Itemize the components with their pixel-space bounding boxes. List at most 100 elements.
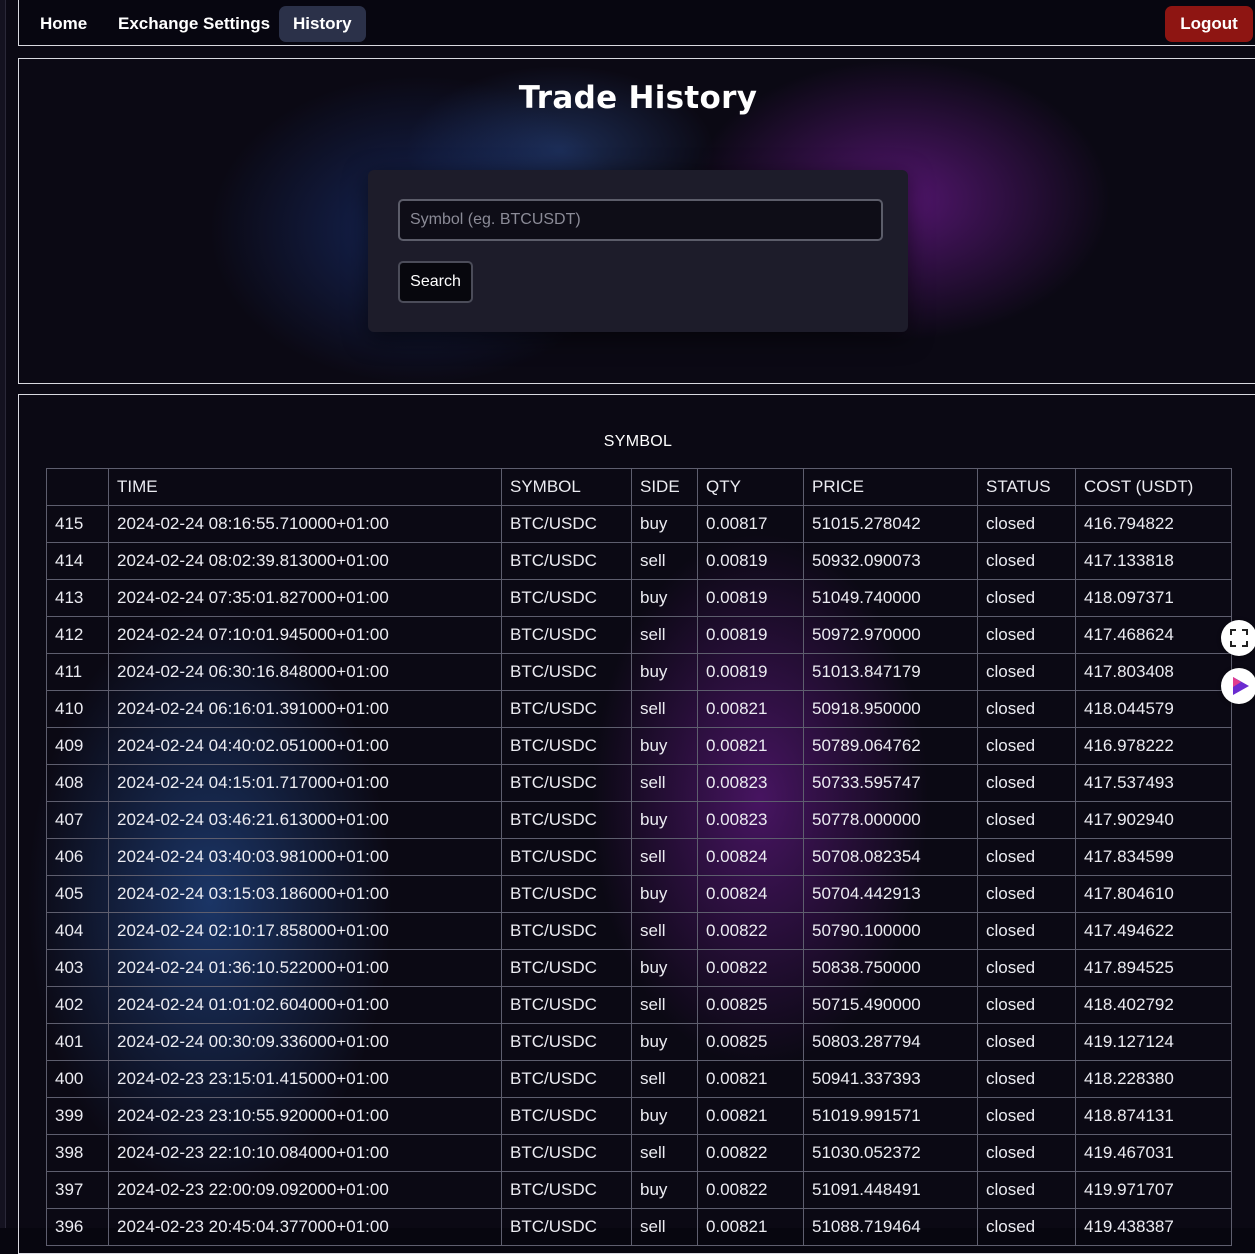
price-cell: 50918.950000 [803,690,978,728]
price-cell: 50733.595747 [803,764,978,802]
symbol-cell: BTC/USDC [501,579,632,617]
nav-history[interactable]: History [279,6,366,42]
status-cell: closed [977,949,1076,987]
cost-cell: 418.402792 [1075,986,1232,1024]
cost-cell: 416.794822 [1075,505,1232,543]
row-id: 400 [46,1060,109,1098]
side-cell: sell [631,838,698,876]
status-cell: closed [977,764,1076,802]
symbol-cell: BTC/USDC [501,1060,632,1098]
qty-cell: 0.00819 [697,579,804,617]
extension-button[interactable] [1221,668,1255,704]
column-header: TIME [108,468,502,506]
side-cell: buy [631,949,698,987]
table-row: 400 2024-02-23 23:15:01.415000+01:00 BTC/U… [46,1060,1232,1098]
row-id: 408 [46,764,109,802]
row-id: 405 [46,875,109,913]
row-id: 396 [46,1208,109,1246]
qty-cell: 0.00822 [697,1134,804,1172]
status-cell: closed [977,1060,1076,1098]
nav-exchange-settings[interactable]: Exchange Settings [104,6,284,42]
price-cell: 50838.750000 [803,949,978,987]
time-cell: 2024-02-23 20:45:04.377000+01:00 [108,1208,502,1246]
fullscreen-icon [1230,629,1248,647]
qty-cell: 0.00825 [697,1023,804,1061]
column-header: QTY [697,468,804,506]
symbol-search-input[interactable] [398,199,883,241]
search-button[interactable]: Search [398,261,473,303]
cost-cell: 417.834599 [1075,838,1232,876]
side-cell: buy [631,801,698,839]
table-caption: SYMBOL [603,433,673,450]
nav-home[interactable]: Home [26,6,101,42]
table-row: 414 2024-02-24 08:02:39.813000+01:00 BTC/U… [46,542,1232,580]
row-id: 399 [46,1097,109,1135]
table-row: 403 2024-02-24 01:36:10.522000+01:00 BTC/U… [46,949,1232,987]
cost-cell: 419.127124 [1075,1023,1232,1061]
table-row: 399 2024-02-23 23:10:55.920000+01:00 BTC/U… [46,1097,1232,1135]
price-cell: 50715.490000 [803,986,978,1024]
side-cell: sell [631,912,698,950]
row-id: 411 [46,653,109,691]
side-cell: buy [631,727,698,765]
time-cell: 2024-02-24 00:30:09.336000+01:00 [108,1023,502,1061]
symbol-cell: BTC/USDC [501,1208,632,1246]
cost-cell: 417.494622 [1075,912,1232,950]
status-cell: closed [977,1134,1076,1172]
symbol-cell: BTC/USDC [501,690,632,728]
status-cell: closed [977,727,1076,765]
symbol-cell: BTC/USDC [501,764,632,802]
row-id: 404 [46,912,109,950]
side-cell: buy [631,505,698,543]
cost-cell: 419.438387 [1075,1208,1232,1246]
side-cell: sell [631,1134,698,1172]
symbol-cell: BTC/USDC [501,949,632,987]
qty-cell: 0.00819 [697,653,804,691]
qty-cell: 0.00821 [697,727,804,765]
table-row: 404 2024-02-24 02:10:17.858000+01:00 BTC/U… [46,912,1232,950]
time-cell: 2024-02-24 03:15:03.186000+01:00 [108,875,502,913]
fullscreen-button[interactable] [1221,620,1255,656]
table-row: 407 2024-02-24 03:46:21.613000+01:00 BTC/U… [46,801,1232,839]
time-cell: 2024-02-24 07:35:01.827000+01:00 [108,579,502,617]
cost-cell: 418.097371 [1075,579,1232,617]
time-cell: 2024-02-24 08:02:39.813000+01:00 [108,542,502,580]
price-cell: 50932.090073 [803,542,978,580]
cost-cell: 418.044579 [1075,690,1232,728]
price-cell: 51015.278042 [803,505,978,543]
cost-cell: 417.894525 [1075,949,1232,987]
time-cell: 2024-02-24 06:30:16.848000+01:00 [108,653,502,691]
status-cell: closed [977,1023,1076,1061]
symbol-cell: BTC/USDC [501,912,632,950]
qty-cell: 0.00824 [697,838,804,876]
price-cell: 50972.970000 [803,616,978,654]
status-cell: closed [977,1171,1076,1209]
status-cell: closed [977,690,1076,728]
time-cell: 2024-02-24 02:10:17.858000+01:00 [108,912,502,950]
symbol-cell: BTC/USDC [501,875,632,913]
status-cell: closed [977,875,1076,913]
row-id: 409 [46,727,109,765]
side-cell: sell [631,1060,698,1098]
status-cell: closed [977,616,1076,654]
status-cell: closed [977,542,1076,580]
table-row: 413 2024-02-24 07:35:01.827000+01:00 BTC/U… [46,579,1232,617]
side-cell: sell [631,764,698,802]
symbol-cell: BTC/USDC [501,653,632,691]
side-cell: buy [631,579,698,617]
qty-cell: 0.00821 [697,1060,804,1098]
table-row: 397 2024-02-23 22:00:09.092000+01:00 BTC/U… [46,1171,1232,1209]
price-cell: 50803.287794 [803,1023,978,1061]
logout-button[interactable]: Logout [1165,6,1253,42]
row-id: 410 [46,690,109,728]
time-cell: 2024-02-23 22:10:10.084000+01:00 [108,1134,502,1172]
status-cell: closed [977,1208,1076,1246]
cost-cell: 418.874131 [1075,1097,1232,1135]
column-header [46,468,109,506]
search-card: Search [368,170,908,332]
table-row: 410 2024-02-24 06:16:01.391000+01:00 BTC/U… [46,690,1232,728]
row-id: 397 [46,1171,109,1209]
symbol-cell: BTC/USDC [501,727,632,765]
qty-cell: 0.00821 [697,1097,804,1135]
symbol-cell: BTC/USDC [501,505,632,543]
